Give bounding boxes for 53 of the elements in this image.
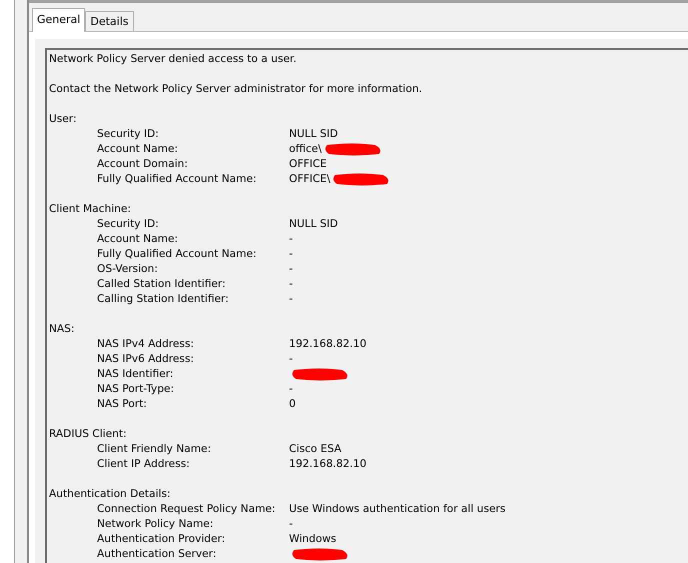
field-value: 0 [289,397,296,412]
message-text: Contact the Network Policy Server administrator for more information. [49,82,424,97]
field-value: 192.168.82.10 [289,457,367,472]
field-label: OS-Version: [97,262,159,277]
redaction-mark [290,367,350,382]
field-label: Account Domain: [97,157,189,172]
field-value: - [289,262,293,277]
field-label: Security ID: [97,127,160,142]
field-value: - [289,277,293,292]
field-label: Authentication Provider: [97,532,226,547]
section-heading: Client Machine: [49,202,132,217]
section-heading: User: [49,112,78,127]
field-value: - [289,232,293,247]
field-value: - [289,292,293,307]
field-label: Account Name: [97,142,179,157]
field-label: Fully Qualified Account Name: [97,172,258,187]
field-label: Connection Request Policy Name: [97,502,276,517]
section-heading: NAS: [49,322,76,337]
field-value: - [289,517,293,532]
field-value: Use Windows authentication for all users [289,502,506,517]
redaction-mark [331,172,392,187]
field-value: Windows [289,532,336,547]
field-label: NAS IPv6 Address: [97,352,195,367]
field-label: Fully Qualified Account Name: [97,247,258,262]
section-heading: Authentication Details: [49,487,172,502]
field-value: - [289,382,293,397]
field-label: Account Name: [97,232,179,247]
field-value: - [289,247,293,262]
field-label: Security ID: [97,217,160,232]
section-heading: RADIUS Client: [49,427,128,442]
field-value: OFFICE [289,157,327,172]
field-label: Network Policy Name: [97,517,214,532]
field-label: Calling Station Identifier: [97,292,230,307]
field-value: NULL SID [289,127,338,142]
field-label: Client IP Address: [97,457,191,472]
field-label: NAS Port-Type: [97,382,176,397]
field-label: Client Friendly Name: [97,442,212,457]
field-value: office\ [289,142,322,157]
field-label: Authentication Server: [97,547,218,562]
field-label: NAS IPv4 Address: [97,337,195,352]
field-label: NAS Identifier: [97,367,174,382]
redaction-mark [322,142,383,157]
field-value: NULL SID [289,217,338,232]
tab[interactable]: General [32,8,86,32]
field-value: Cisco ESA [289,442,342,457]
field-label: NAS Port: [97,397,148,412]
message-text: Network Policy Server denied access to a user. [49,52,298,67]
field-label: Called Station Identifier: [97,277,227,292]
field-value: OFFICE\ [289,172,330,187]
field-value: - [289,352,293,367]
field-value: 192.168.82.10 [289,337,367,352]
tab[interactable]: Details [85,11,134,31]
redaction-mark [290,547,350,562]
